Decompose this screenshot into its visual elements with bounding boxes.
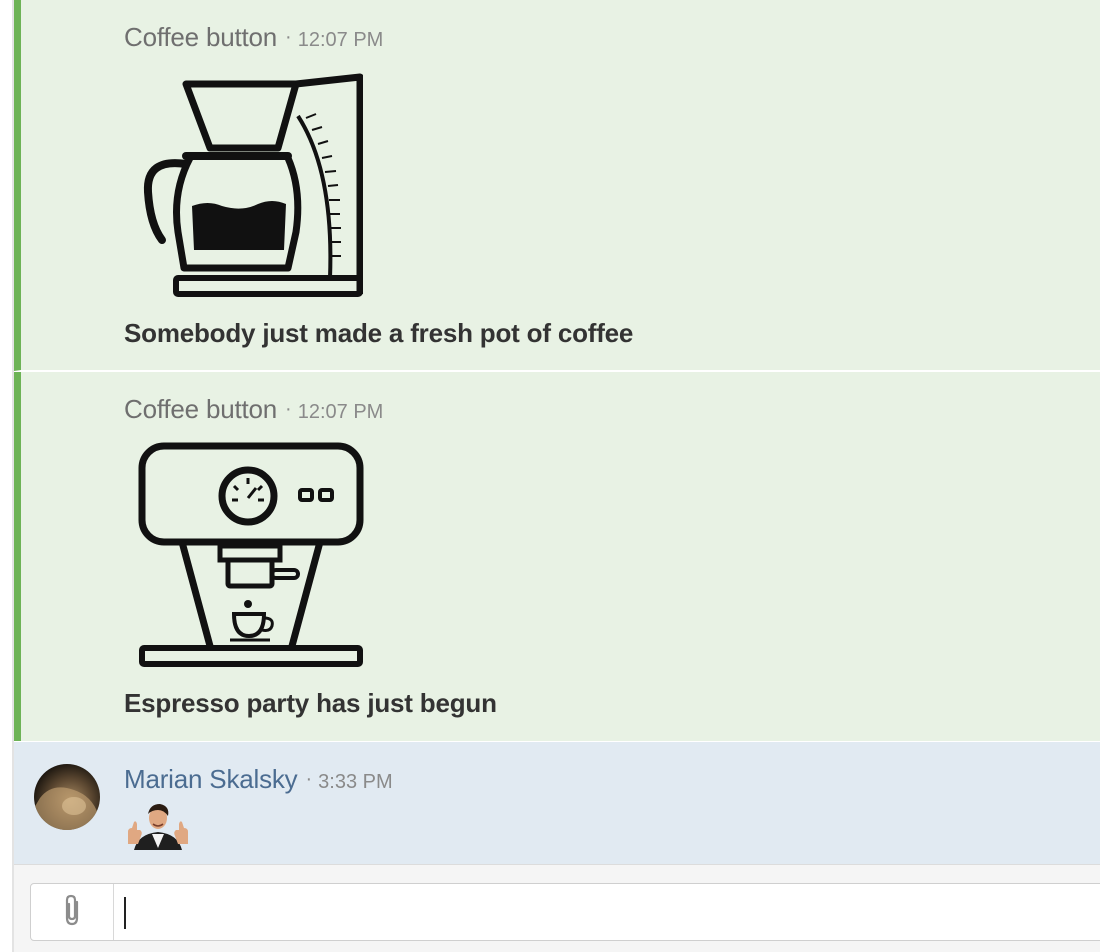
message-header: Marian Skalsky · 3:33 PM	[124, 764, 393, 795]
avatar[interactable]	[34, 764, 100, 830]
message-text: Somebody just made a fresh pot of coffee	[124, 318, 634, 348]
text-caret	[124, 897, 126, 929]
composer-box	[30, 883, 1100, 941]
left-gutter	[0, 0, 12, 952]
espresso-machine-icon	[138, 442, 366, 675]
message-input[interactable]	[115, 884, 1100, 940]
message-coffee-pot: Coffee button · 12:07 PM Somebody just m…	[14, 0, 1100, 371]
message-time[interactable]: 12:07 PM	[298, 401, 384, 423]
message-composer	[14, 864, 1100, 952]
message-header: Coffee button · 12:07 PM	[124, 22, 383, 53]
message-time[interactable]: 3:33 PM	[318, 771, 392, 793]
attach-button[interactable]	[31, 884, 114, 940]
message-text: Espresso party has just begun	[124, 688, 497, 718]
paperclip-icon	[60, 893, 84, 932]
coffee-maker-icon	[138, 72, 364, 307]
message-espresso: Coffee button · 12:07 PM Espresso party …	[14, 372, 1100, 741]
header-separator: ·	[305, 768, 313, 790]
message-time[interactable]: 12:07 PM	[298, 29, 384, 51]
thumbs-up-person-emoji	[124, 800, 192, 855]
message-header: Coffee button · 12:07 PM	[124, 394, 383, 425]
sender-name[interactable]: Coffee button	[124, 22, 277, 52]
header-separator: ·	[285, 398, 292, 420]
header-separator: ·	[285, 26, 292, 48]
sender-name[interactable]: Marian Skalsky	[124, 764, 298, 794]
sender-name[interactable]: Coffee button	[124, 394, 277, 424]
message-user: Marian Skalsky · 3:33 PM	[14, 742, 1100, 864]
